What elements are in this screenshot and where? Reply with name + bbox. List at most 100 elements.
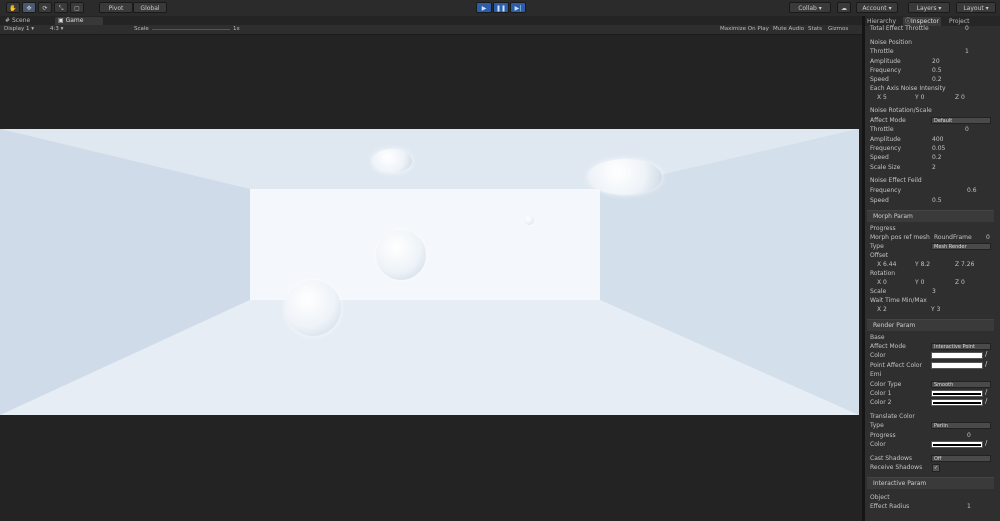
point-affect-color-swatch[interactable] — [931, 362, 983, 369]
play-button[interactable]: ▶ — [476, 2, 492, 13]
gizmos-dropdown[interactable]: Gizmos — [828, 25, 848, 34]
morph-progress-label: Progress — [870, 225, 896, 232]
render-affect-mode-dropdown[interactable]: Interactive Point — [931, 343, 991, 350]
account-button[interactable]: Account ▾ — [856, 2, 898, 13]
round-frame-value[interactable]: 0 — [986, 233, 990, 242]
translate-color-gradient[interactable] — [931, 441, 983, 448]
axis-x-field[interactable]: X 5 — [877, 93, 887, 102]
step-button[interactable]: ▶| — [510, 2, 526, 13]
nr-affect-mode-dropdown[interactable]: Default — [931, 117, 991, 124]
translate-type-label: Type — [870, 422, 884, 429]
scene-icon: # — [5, 17, 11, 24]
nr-speed-value[interactable]: 0.2 — [932, 154, 942, 162]
rotation-x-field[interactable]: X 0 — [877, 278, 887, 287]
render-affect-mode-label: Affect Mode — [870, 343, 906, 350]
np-amplitude-value[interactable]: 20 — [932, 58, 940, 66]
ne-frequency-label: Frequency — [870, 187, 901, 194]
collab-button[interactable]: Collab ▾ — [789, 2, 831, 13]
maximize-on-play-toggle[interactable]: Maximize On Play — [720, 25, 769, 34]
wait-y-field[interactable]: Y 3 — [931, 305, 940, 314]
axis-intensity-label: Each Axis Noise Intensity — [870, 85, 946, 92]
aspect-dropdown[interactable]: 4:3 ▾ — [50, 25, 63, 34]
axis-z-field[interactable]: Z 0 — [955, 93, 965, 102]
nr-scale-size-value[interactable]: 2 — [932, 164, 936, 172]
render-color-label: Color — [870, 352, 886, 359]
color-type-label: Color Type — [870, 381, 902, 388]
cloud-icon: ☁ — [841, 5, 847, 12]
color-type-dropdown[interactable]: Smooth — [931, 381, 991, 388]
np-amplitude-label: Amplitude — [870, 58, 901, 65]
cast-shadows-label: Cast Shadows — [870, 455, 913, 462]
scale-slider[interactable] — [152, 29, 230, 30]
move-tool-button[interactable]: ✥ — [22, 2, 36, 13]
render-color-swatch[interactable] — [931, 352, 983, 359]
eyedropper-icon[interactable]: / — [985, 350, 987, 358]
np-frequency-label: Frequency — [870, 67, 901, 74]
render-param-header[interactable]: Render Param — [867, 319, 994, 331]
np-frequency-value[interactable]: 0.5 — [932, 67, 942, 75]
hand-tool-button[interactable]: ✋ — [6, 2, 20, 13]
color1-gradient[interactable] — [931, 390, 983, 397]
pause-icon: ❚❚ — [495, 5, 507, 12]
scale-tool-button[interactable]: ⤡ — [54, 2, 68, 13]
scale-value: 1x — [233, 26, 240, 32]
offset-y-field[interactable]: Y 8.2 — [915, 260, 930, 269]
nr-throttle-label: Throttle — [870, 126, 894, 133]
morph-scale-value[interactable]: 3 — [932, 288, 936, 296]
morph-type-dropdown[interactable]: Mesh Render — [931, 243, 991, 250]
eyedropper-icon[interactable]: / — [985, 360, 987, 368]
interactive-param-header[interactable]: Interactive Param — [867, 477, 994, 489]
nr-amplitude-value[interactable]: 400 — [932, 136, 943, 144]
nr-frequency-value[interactable]: 0.05 — [932, 145, 945, 153]
point-affect-color-label: Point Affect Color — [870, 362, 922, 369]
game-view-toolbar: Display 1 ▾ 4:3 ▾ Scale 1x Maximize On P… — [0, 25, 862, 35]
eyedropper-icon[interactable]: / — [985, 388, 987, 396]
layers-button[interactable]: Layers ▾ — [908, 2, 950, 13]
nr-throttle-value[interactable]: 0 — [965, 126, 969, 134]
rotation-y-field[interactable]: Y 0 — [915, 278, 924, 287]
rotate-tool-button[interactable]: ⟳ — [38, 2, 52, 13]
total-effect-throttle-value[interactable]: 0 — [965, 25, 969, 33]
wait-x-field[interactable]: X 2 — [877, 305, 887, 314]
translate-color-field-label: Color — [870, 441, 886, 448]
pause-button[interactable]: ❚❚ — [493, 2, 509, 13]
tab-game[interactable]: ▣ Game — [55, 17, 103, 25]
rect-tool-button[interactable]: ▢ — [70, 2, 84, 13]
global-button[interactable]: Global — [133, 2, 167, 13]
receive-shadows-checkbox[interactable]: ✓ — [932, 464, 940, 472]
render-base-label: Base — [870, 334, 885, 341]
offset-x-field[interactable]: X 6.44 — [877, 260, 896, 269]
color1-label: Color 1 — [870, 390, 892, 397]
ne-speed-value[interactable]: 0.5 — [932, 197, 942, 205]
offset-z-field[interactable]: Z 7.26 — [955, 260, 974, 269]
np-throttle-value[interactable]: 1 — [965, 48, 969, 56]
axis-y-field[interactable]: Y 0 — [915, 93, 924, 102]
translate-type-dropdown[interactable]: Perlin — [931, 422, 991, 429]
nr-frequency-label: Frequency — [870, 145, 901, 152]
mute-audio-toggle[interactable]: Mute Audio — [773, 25, 804, 34]
cast-shadows-dropdown[interactable]: Off — [931, 455, 991, 462]
rotation-z-field[interactable]: Z 0 — [955, 278, 965, 287]
eyedropper-icon[interactable]: / — [985, 439, 987, 447]
morph-scale-label: Scale — [870, 288, 887, 295]
cloud-button[interactable]: ☁ — [837, 2, 851, 13]
stats-toggle[interactable]: Stats — [808, 25, 822, 34]
ne-frequency-value[interactable]: 0.6 — [967, 187, 977, 195]
noise-effect-title: Noise Effect Feild — [870, 177, 922, 184]
sphere-top — [372, 149, 412, 173]
layout-button[interactable]: Layout ▾ — [956, 2, 996, 13]
eyedropper-icon[interactable]: / — [985, 397, 987, 405]
nr-affect-mode-label: Affect Mode — [870, 117, 906, 124]
effect-radius-value[interactable]: 1 — [967, 503, 971, 511]
np-speed-value[interactable]: 0.2 — [932, 76, 942, 84]
pivot-button[interactable]: Pivot — [99, 2, 133, 13]
step-icon: ▶| — [514, 5, 522, 12]
noise-position-title: Noise Position — [870, 39, 912, 46]
color2-gradient[interactable] — [931, 399, 983, 406]
translate-progress-value[interactable]: 0 — [967, 432, 971, 440]
display-dropdown[interactable]: Display 1 ▾ — [4, 25, 34, 34]
tab-scene[interactable]: # Scene — [2, 17, 50, 25]
game-render — [0, 129, 859, 415]
morph-param-header[interactable]: Morph Param — [867, 210, 994, 222]
color2-label: Color 2 — [870, 399, 892, 406]
